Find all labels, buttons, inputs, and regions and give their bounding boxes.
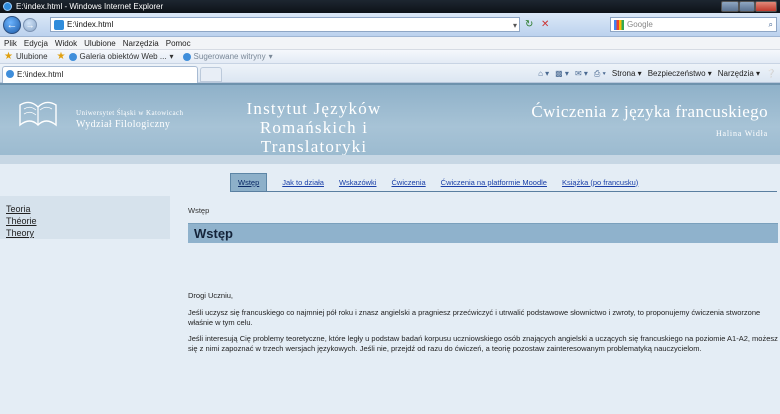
favorites-item-label: Sugerowane witryny [193, 51, 266, 61]
google-icon [614, 20, 624, 30]
nav-underline [232, 191, 777, 192]
command-safety[interactable]: Bezpieczeństwo ▾ [648, 67, 712, 80]
ie-icon [182, 52, 191, 61]
sidebar: Teoria Théorie Theory [0, 196, 170, 414]
university-line-2: Wydział Filologiczny [76, 119, 171, 130]
back-icon[interactable]: ← [3, 16, 21, 34]
nav-item-wskazowki[interactable]: Wskazówki [339, 178, 377, 187]
search-icon[interactable]: ⌕ [769, 18, 773, 31]
breadcrumb: Wstęp [188, 206, 210, 215]
book-logo-icon [19, 101, 57, 127]
sidebar-item-theory[interactable]: Theory [6, 228, 34, 238]
university-name: Uniwersytet Śląski w Katowicach Wydział … [76, 108, 183, 130]
institute-name: Instytut Języków Romańskich i Translator… [214, 99, 414, 156]
favorites-item-label: Galeria obiektów Web ... [79, 51, 167, 61]
window-controls [721, 1, 777, 12]
tab-row: E:\index.html ⌂ ▾ ▩ ▾ ✉ ▾ ⎙ ▾ Strona ▾ B… [0, 64, 780, 83]
help-icon[interactable]: ❔ [766, 67, 776, 80]
star-icon: ★ [4, 50, 13, 62]
menu-item-view[interactable]: Widok [55, 37, 77, 49]
favorites-button[interactable]: ★ Ulubione [4, 50, 48, 64]
page-icon [54, 20, 64, 30]
menu-item-favorites[interactable]: Ulubione [84, 37, 116, 49]
address-input[interactable]: E:\index.html ▾ [50, 17, 520, 32]
university-line-1: Uniwersytet Śląski w Katowicach [76, 109, 184, 117]
tab-title: E:\index.html [17, 70, 64, 79]
feeds-icon[interactable]: ▩ ▾ [555, 67, 569, 80]
sidebar-item-theorie[interactable]: Théorie [6, 216, 37, 226]
menu-item-edit[interactable]: Edycja [24, 37, 48, 49]
mail-icon[interactable]: ✉ ▾ [575, 67, 588, 80]
favorites-bar: ★ Ulubione ★ Galeria obiektów Web ... ▾ … [0, 50, 780, 64]
ie-logo-icon [3, 2, 12, 11]
web-page: Uniwersytet Śląski w Katowicach Wydział … [0, 83, 780, 414]
command-bar: ⌂ ▾ ▩ ▾ ✉ ▾ ⎙ ▾ Strona ▾ Bezpieczeństwo … [538, 67, 776, 80]
stop-icon[interactable]: ✕ [541, 19, 549, 30]
new-tab-button[interactable] [200, 67, 222, 82]
institute-line-2: Romańskich i Translatoryki [259, 118, 369, 156]
command-page[interactable]: Strona ▾ [612, 67, 642, 80]
institute-line-1: Instytut Języków [246, 99, 382, 118]
command-tools[interactable]: Narzędzia ▾ [718, 67, 760, 80]
intro-paragraph-2: Jeśli interesują Cię problemy teoretyczn… [188, 334, 778, 353]
menu-item-file[interactable]: Plik [4, 37, 17, 49]
chevron-down-icon: ▾ [169, 51, 174, 61]
course-title: Ćwiczenia z języka francuskiego [531, 102, 768, 121]
command-tools-label: Narzędzia [717, 69, 754, 78]
address-url: E:\index.html [67, 20, 114, 29]
ie-icon [68, 52, 77, 61]
favorites-label: Ulubione [15, 51, 48, 61]
sidebar-item-teoria[interactable]: Teoria [6, 204, 31, 214]
author-name: Halina Widła [715, 129, 768, 138]
nav-item-jak-to-dziala[interactable]: Jak to działa [282, 178, 324, 187]
site-banner: Uniwersytet Śląski w Katowicach Wydział … [0, 83, 780, 156]
command-safety-label: Bezpieczeństwo [647, 69, 706, 78]
maximize-icon[interactable] [739, 1, 755, 12]
window-title-bar: E:\index.html - Windows Internet Explore… [0, 0, 780, 13]
page-title: Wstęp [194, 226, 233, 241]
main-navigation: Wstęp Jak to działa Wskazówki Ćwiczenia … [230, 172, 638, 192]
ie-icon [6, 70, 14, 78]
chevron-down-icon: ▾ [268, 51, 273, 61]
greeting-text: Drogi Uczniu, [188, 291, 234, 300]
address-dropdown-icon[interactable]: ▾ [513, 19, 517, 32]
banner-divider [0, 155, 780, 164]
menu-bar: Plik Edycja Widok Ulubione Narzędzia Pom… [0, 37, 780, 50]
nav-item-moodle[interactable]: Ćwiczenia na platformie Moodle [441, 178, 547, 187]
nav-item-cwiczenia[interactable]: Ćwiczenia [391, 178, 425, 187]
address-bar-row: ← → E:\index.html ▾ ↻ ✕ Google ⌕ [0, 13, 780, 37]
tab-current[interactable]: E:\index.html [2, 66, 198, 83]
favorites-item-suggested[interactable]: Sugerowane witryny ▾ [182, 50, 273, 64]
intro-paragraph-1: Jeśli uczysz się francuskiego co najmnie… [188, 308, 761, 327]
page-title-box: Wstęp [188, 223, 778, 243]
window-title: E:\index.html - Windows Internet Explore… [16, 2, 164, 11]
favorites-item-gallery[interactable]: ★ Galeria obiektów Web ... ▾ [57, 50, 174, 64]
main-content: Wstęp Wstęp Drogi Uczniu, Jeśli uczysz s… [170, 196, 780, 414]
nav-item-ksiazka[interactable]: Książka (po francusku) [562, 178, 638, 187]
close-icon[interactable] [755, 1, 777, 12]
minimize-icon[interactable] [721, 1, 739, 12]
command-page-label: Strona [611, 69, 636, 78]
nav-item-wstep[interactable]: Wstęp [230, 172, 268, 192]
search-input[interactable]: Google ⌕ [610, 17, 777, 32]
add-favorite-icon: ★ [56, 50, 66, 62]
print-icon[interactable]: ⎙ ▾ [594, 67, 606, 80]
menu-item-help[interactable]: Pomoc [166, 37, 191, 49]
home-icon[interactable]: ⌂ ▾ [538, 67, 549, 80]
forward-icon[interactable]: → [23, 18, 37, 32]
refresh-icon[interactable]: ↻ [525, 19, 533, 30]
menu-item-tools[interactable]: Narzędzia [123, 37, 159, 49]
search-placeholder: Google [627, 20, 653, 29]
